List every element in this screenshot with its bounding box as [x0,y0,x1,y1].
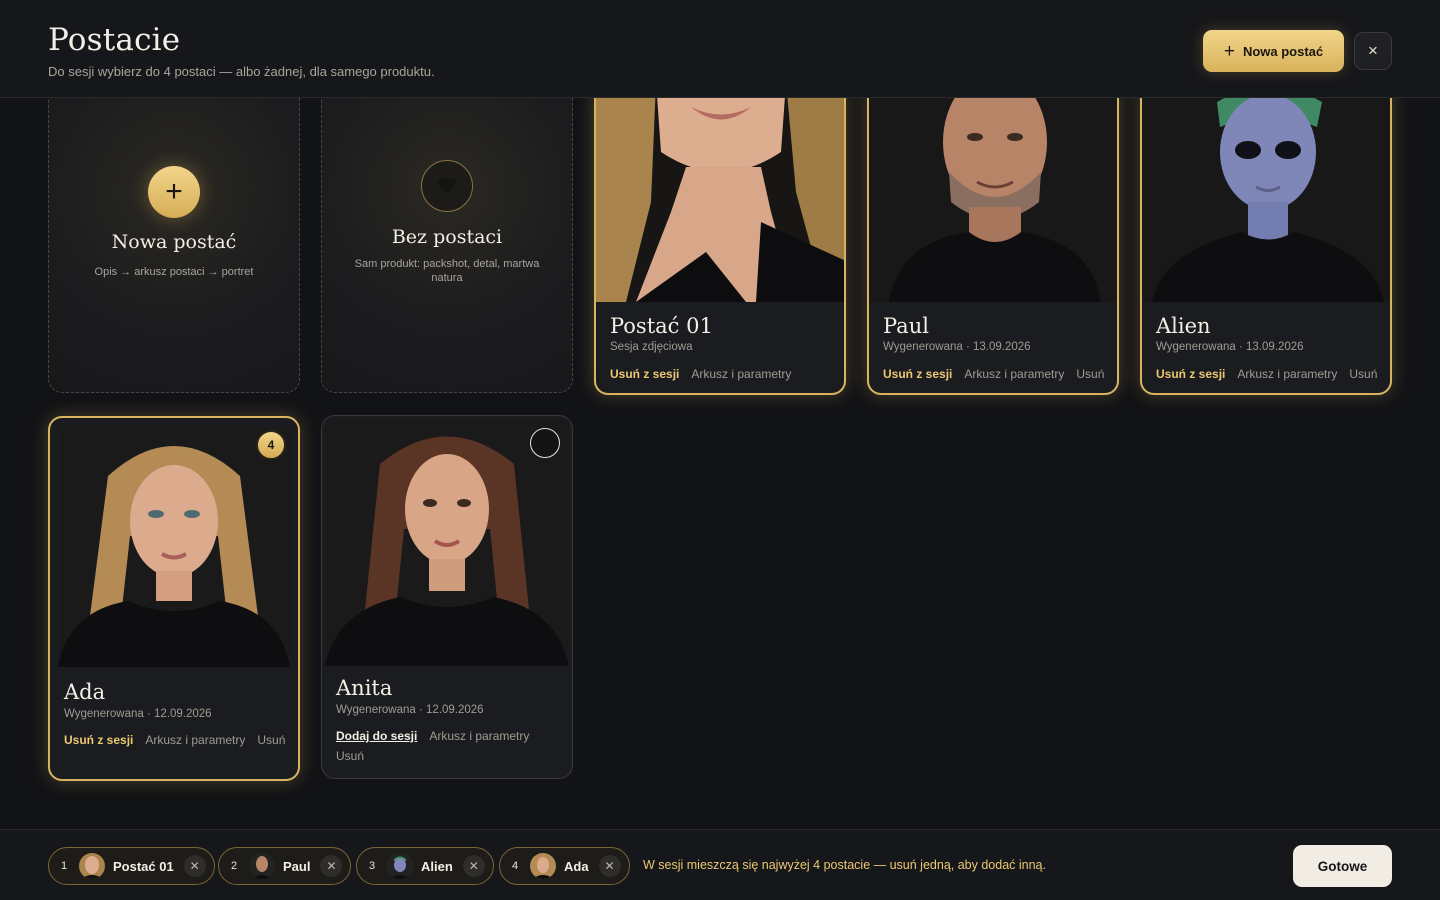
remove-chip-icon[interactable]: ✕ [462,855,485,877]
character-card-postac-01[interactable]: Postać 01 Sesja zdjęciowa Usuń z sesji A… [594,80,846,395]
new-character-title: Nowa postać [111,231,237,253]
card-actions: Dodaj do sesji Arkusz i parametry Usuń [336,729,542,763]
delete-link[interactable]: Usuń [1349,367,1377,381]
diamond-icon [421,160,473,212]
new-character-button-label: Nowa postać [1242,43,1324,59]
character-meta: Wygenerowana · 12.09.2026 [64,708,212,720]
remove-from-session-link[interactable]: Usuń z sesji [883,367,952,381]
plus-icon: + [148,166,200,218]
chip-number: 2 [231,860,238,872]
character-name: Alien [1156,314,1211,338]
chip-label: Alien [421,858,453,874]
chip-label: Paul [283,858,311,874]
no-character-title: Bez postaci [391,226,503,248]
character-photo [596,82,844,302]
card-actions: Usuń z sesji Arkusz i parametry Usuń [64,733,288,747]
character-photo [58,426,290,667]
chip-number: 3 [369,860,376,872]
session-order-badge[interactable]: 4 [256,430,286,460]
new-character-button[interactable]: + Nowa postać [1203,30,1344,72]
card-actions: Usuń z sesji Arkusz i parametry [610,367,834,381]
chip-number: 4 [512,860,519,872]
chip-number: 1 [61,860,68,872]
card-actions: Usuń z sesji Arkusz i parametry Usuń [883,367,1107,381]
character-name: Ada [64,680,106,704]
session-chip: 2 Paul ✕ [218,847,352,885]
character-name: Anita [336,676,393,700]
remove-chip-icon[interactable]: ✕ [320,855,343,877]
session-chip: 4 Ada ✕ [499,847,630,885]
remove-from-session-link[interactable]: Usuń z sesji [610,367,679,381]
done-button[interactable]: Gotowe [1293,845,1392,887]
remove-from-session-link[interactable]: Usuń z sesji [64,733,133,747]
sheet-params-link[interactable]: Arkusz i parametry [964,367,1064,381]
modal-header: Postacie Do sesji wybierz do 4 postaci —… [0,0,1440,98]
new-character-desc: Opis → arkusz postaci → portret [94,266,254,278]
select-for-session-toggle[interactable] [530,428,560,458]
sheet-params-link[interactable]: Arkusz i parametry [145,733,245,747]
close-icon: × [1368,41,1378,60]
chip-label: Postać 01 [113,858,174,874]
character-photo [869,82,1117,302]
card-actions: Usuń z sesji Arkusz i parametry Usuń [1156,367,1380,381]
character-meta: Wygenerowana · 12.09.2026 [336,704,484,716]
character-photo [1142,82,1390,302]
session-chip: 3 Alien ✕ [356,847,494,885]
new-character-tile[interactable]: + Nowa postać Opis → arkusz postaci → po… [48,80,300,393]
remove-chip-icon[interactable]: ✕ [598,855,621,877]
no-character-tile[interactable]: Bez postaci Sam produkt: packshot, detal… [321,80,573,393]
plus-icon: + [1223,40,1235,62]
delete-link[interactable]: Usuń [1076,367,1104,381]
delete-link[interactable]: Usuń [257,733,285,747]
close-button[interactable]: × [1354,32,1392,70]
delete-link[interactable]: Usuń [336,749,364,763]
character-card-ada[interactable]: 4 Ada Wygenerowana · 12.09.2026 Usuń z s… [48,416,300,781]
character-meta: Wygenerowana · 13.09.2026 [1156,341,1304,353]
character-meta: Wygenerowana · 13.09.2026 [883,341,1031,353]
character-meta: Sesja zdjęciowa [610,341,693,353]
sheet-params-link[interactable]: Arkusz i parametry [429,729,529,743]
sheet-params-link[interactable]: Arkusz i parametry [1237,367,1337,381]
sheet-params-link[interactable]: Arkusz i parametry [691,367,791,381]
avatar [530,853,556,879]
character-card-anita[interactable]: Anita Wygenerowana · 12.09.2026 Dodaj do… [321,415,573,779]
character-card-paul[interactable]: Paul Wygenerowana · 13.09.2026 Usuń z se… [867,80,1119,395]
avatar [79,853,105,879]
character-name: Postać 01 [610,314,713,338]
avatar [387,853,413,879]
character-photo [325,419,569,666]
session-footer: 1 Postać 01 ✕ 2 Paul ✕ 3 Alien ✕ 4 Ada ✕… [0,829,1440,900]
no-character-desc: Sam produkt: packshot, detal, martwa nat… [354,258,540,284]
add-to-session-link[interactable]: Dodaj do sesji [336,729,417,743]
character-card-alien[interactable]: Alien Wygenerowana · 13.09.2026 Usuń z s… [1140,80,1392,395]
remove-from-session-link[interactable]: Usuń z sesji [1156,367,1225,381]
remove-chip-icon[interactable]: ✕ [183,855,206,877]
page-subtitle: Do sesji wybierz do 4 postaci — albo żad… [48,64,435,79]
page-title: Postacie [48,22,181,58]
session-limit-message: W sesji mieszczą się najwyżej 4 postacie… [643,858,1046,872]
chip-label: Ada [564,858,589,874]
character-name: Paul [883,314,929,338]
avatar [249,853,275,879]
session-chip: 1 Postać 01 ✕ [48,847,215,885]
